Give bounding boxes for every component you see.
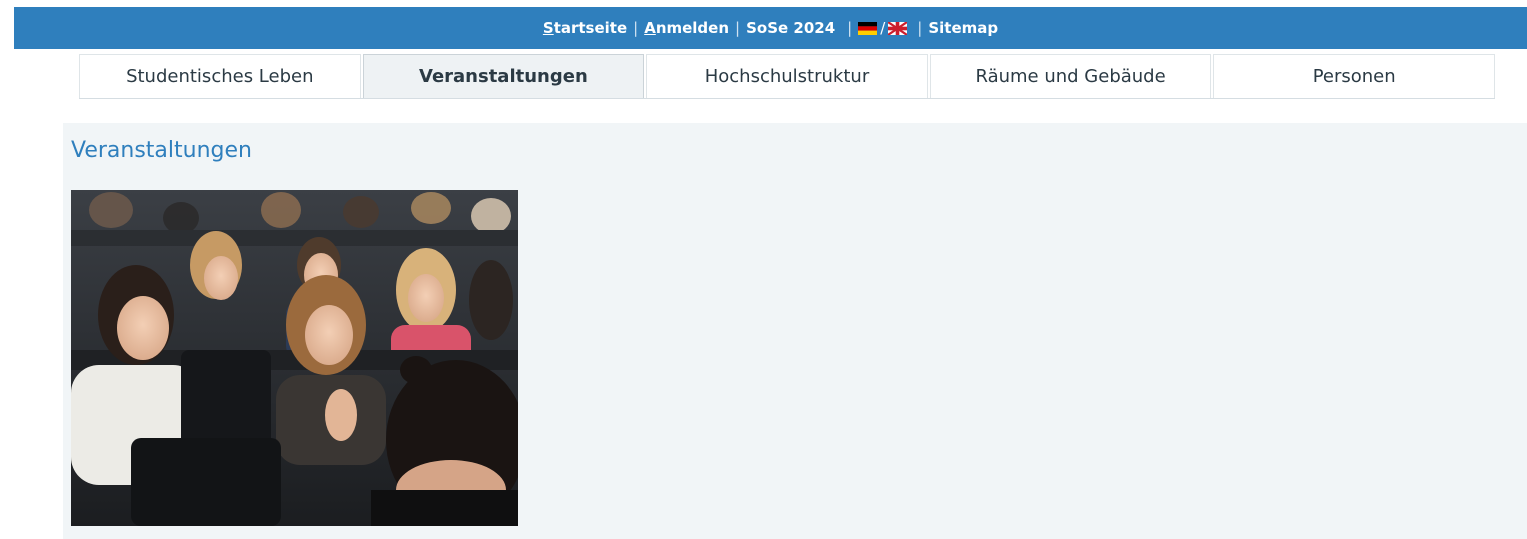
tab-studentisches-leben[interactable]: Studentisches Leben <box>79 54 361 98</box>
main-navigation: Studentisches Leben Veranstaltungen Hoch… <box>79 54 1495 99</box>
tab-raeume-und-gebaeude[interactable]: Räume und Gebäude <box>929 54 1212 98</box>
sitemap-link[interactable]: Sitemap <box>928 19 998 37</box>
anmelden-link[interactable]: Anmelden <box>644 19 729 37</box>
semester-link[interactable]: SoSe 2024 <box>746 19 835 37</box>
startseite-link[interactable]: Startseite <box>543 19 627 37</box>
separator: | <box>917 19 923 37</box>
tab-personen[interactable]: Personen <box>1213 54 1495 98</box>
separator: | <box>633 19 639 37</box>
tab-veranstaltungen[interactable]: Veranstaltungen <box>362 54 645 98</box>
language-separator: / <box>880 19 886 37</box>
german-flag-icon[interactable] <box>858 21 878 35</box>
top-bar: Startseite | Anmelden | SoSe 2024 | / | … <box>14 7 1527 49</box>
uk-flag-icon[interactable] <box>887 20 908 36</box>
content-panel: Veranstaltungen <box>63 123 1527 539</box>
tab-hochschulstruktur[interactable]: Hochschulstruktur <box>646 54 928 98</box>
separator: | <box>735 19 741 37</box>
lecture-hall-photo <box>71 190 518 526</box>
separator: | <box>847 19 853 37</box>
page-title: Veranstaltungen <box>71 138 252 163</box>
